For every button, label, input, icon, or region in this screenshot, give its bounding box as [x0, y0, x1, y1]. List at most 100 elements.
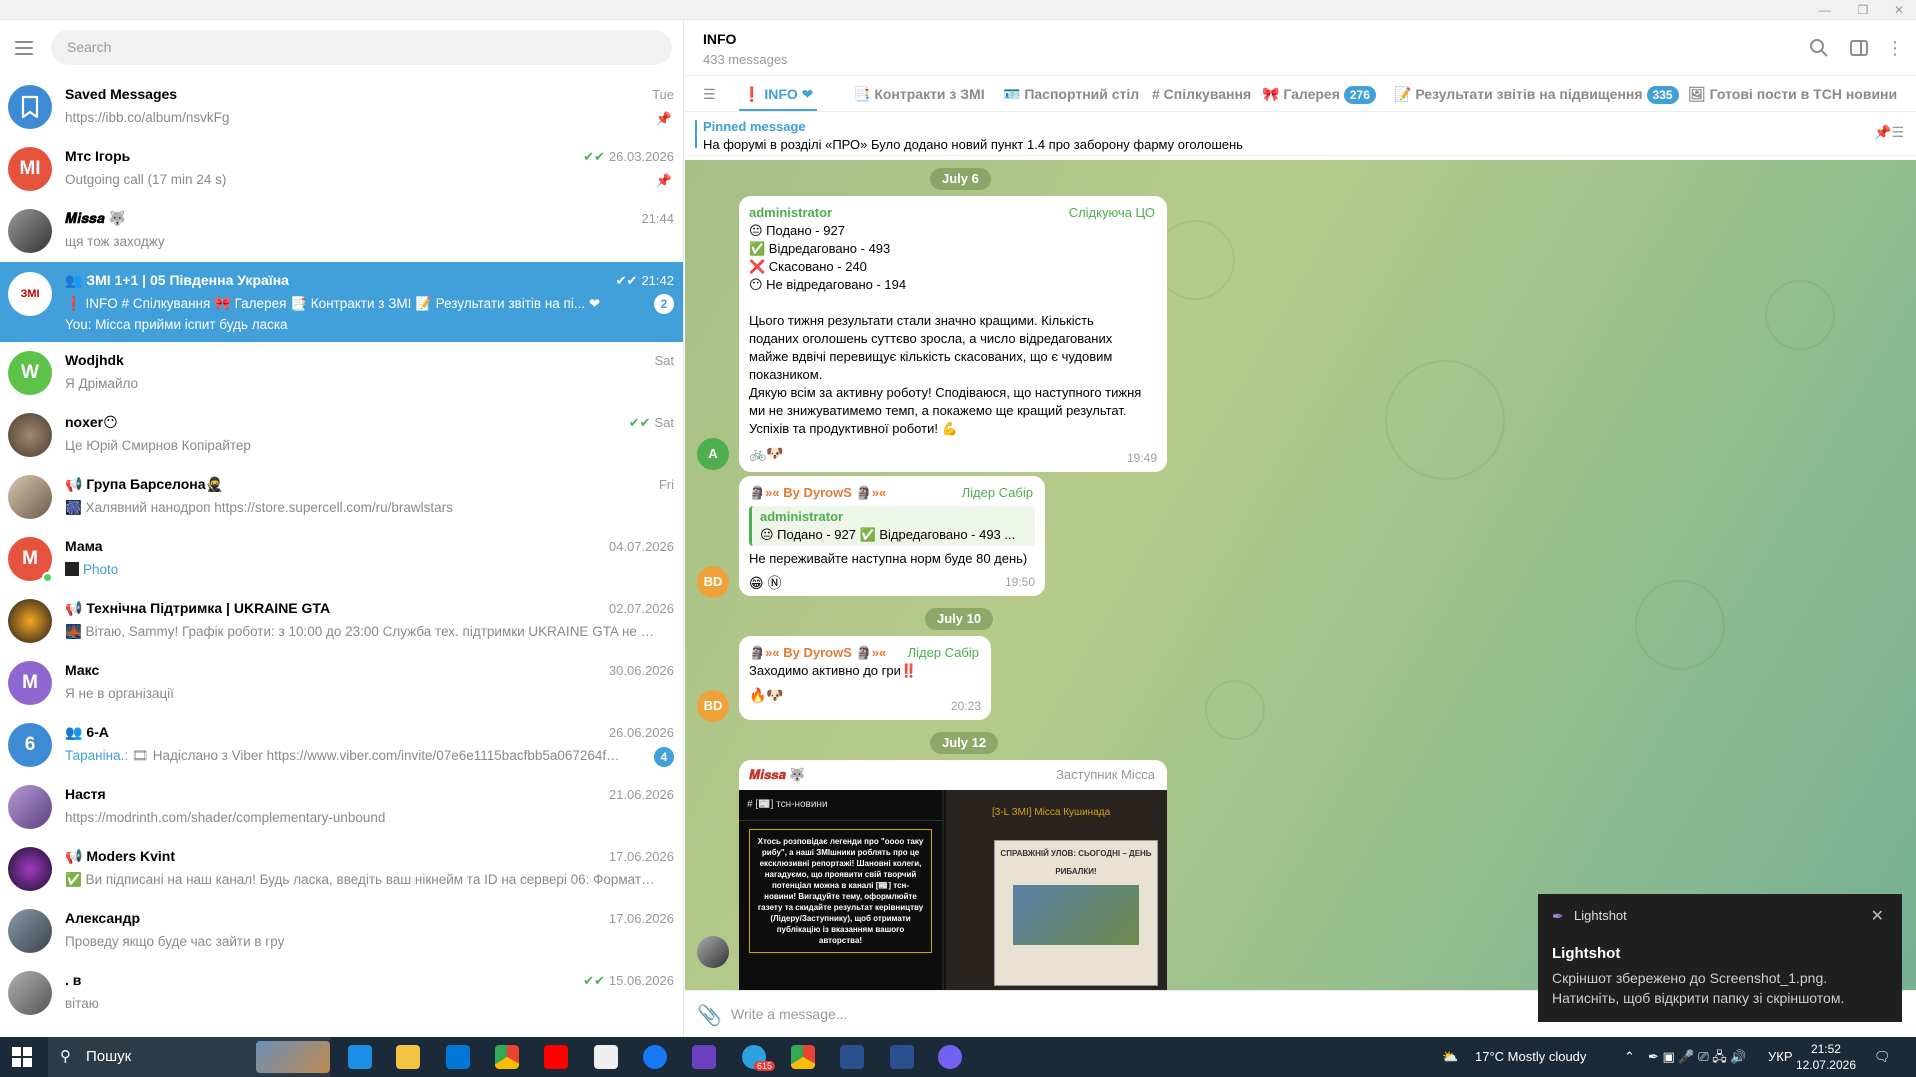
windows-start-icon[interactable]: [12, 1047, 32, 1067]
tab-contracts[interactable]: 📑 Контракти з ЗМІ: [853, 76, 985, 111]
chat-item-barcelona[interactable]: 📢 Група Барселона🥷 Fri 🎆 Халявний нанодр…: [0, 466, 683, 528]
tab-chat[interactable]: # Спілкування: [1152, 76, 1251, 111]
date-separator: July 12: [930, 732, 999, 754]
sender-avatar[interactable]: BD: [697, 566, 729, 598]
weather-icon[interactable]: ⛅: [1442, 1037, 1458, 1077]
tray-chevron-icon[interactable]: ⌃: [1624, 1037, 1635, 1077]
sidebar-toggle-icon[interactable]: [1849, 38, 1869, 58]
youtube-icon[interactable]: [544, 1045, 568, 1069]
newspaper-photo: [1013, 885, 1139, 945]
chat-time: Sat: [654, 353, 674, 368]
attach-paperclip-icon[interactable]: 📎: [697, 1003, 722, 1028]
chat-time: 26.06.2026: [608, 725, 674, 740]
close-icon[interactable]: ✕: [1871, 906, 1884, 926]
edge-icon[interactable]: [348, 1045, 372, 1069]
message-bubble[interactable]: 𝑴𝒊𝒔𝒔𝒂 🐺 Заступник Місса # [📰] тсн-новини…: [739, 760, 1167, 990]
chat-title: INFO: [703, 31, 737, 47]
chat-item-maks[interactable]: M Макс 30.06.2026 Я не в організації: [0, 652, 683, 714]
chat-item-moders-kvint[interactable]: 📢 Moders Kvint 17.06.2026 ✅ Ви підписані…: [0, 838, 683, 900]
chat-item-saved-messages[interactable]: Saved Messages Tue https://ibb.co/album/…: [0, 76, 683, 138]
chat-header: INFO 433 messages ⋮: [685, 20, 1916, 76]
chat-time: Fri: [658, 477, 674, 492]
doodle: [1385, 360, 1505, 480]
chat-name: 👥 6-А: [65, 724, 109, 740]
lightshot-notification[interactable]: ✒ Lightshot ✕ Lightshot Скріншот збереже…: [1538, 894, 1902, 1022]
tab-badge: 276: [1343, 86, 1376, 104]
pinned-message-bar[interactable]: Pinned message На форумі в розділі «ПРО»…: [685, 112, 1916, 156]
search-icon[interactable]: [1809, 38, 1829, 58]
chat-item-noxer[interactable]: noxer😶 ✔✔ Sat Це Юрій Смирнов Копірайтер: [0, 404, 683, 466]
doodle: [1205, 680, 1265, 740]
minimize-button[interactable]: —: [1810, 2, 1840, 18]
message-bubble[interactable]: administrator Слідкуюча ЦО 😐 Подано - 92…: [739, 196, 1167, 472]
reply-author: administrator: [760, 509, 844, 524]
chat-item-missa[interactable]: 𝑴𝒊𝒔𝒔𝒂 🐺 21:44 щя тож заходжу: [0, 200, 683, 262]
chat-time: ✔✔ Sat: [628, 415, 674, 430]
chat-item-mts-igor[interactable]: MI Мтс Ігорь ✔✔ 26.03.2026 Outgoing call …: [0, 138, 683, 200]
skype-icon[interactable]: [446, 1045, 470, 1069]
chat-item-mama[interactable]: M Мама 04.07.2026 Photo: [0, 528, 683, 590]
reactions[interactable]: 😁 Ⓝ: [749, 574, 1035, 592]
message-input[interactable]: Write a message...: [731, 1006, 847, 1022]
chat-item-6a[interactable]: 6 👥 6-А 26.06.2026 Тараніна.: 🎞 Надіслан…: [0, 714, 683, 776]
avatar: [8, 785, 52, 829]
tab-badge: 335: [1646, 86, 1679, 104]
search-input[interactable]: Search: [51, 30, 672, 65]
chat-item-nastya[interactable]: Настя 21.06.2026 https://modrinth.com/sh…: [0, 776, 683, 838]
close-window-button[interactable]: ✕: [1884, 2, 1914, 18]
notepad-icon[interactable]: [594, 1045, 618, 1069]
chat-name: Мама: [65, 538, 103, 554]
chrome-icon[interactable]: [495, 1045, 519, 1069]
chat-name: 📢 Група Барселона🥷: [65, 476, 223, 492]
message-bubble[interactable]: 🗿»« By DyrowS 🗿»« Лідер Сабір administra…: [739, 476, 1045, 596]
pinned-list-icon[interactable]: 📌☰: [1874, 124, 1904, 141]
avatar: [8, 413, 52, 457]
reactions[interactable]: 🔥🐶: [749, 686, 981, 704]
search-icon: ⚲: [60, 1048, 71, 1065]
image-announcement: Хтось розповідає легенди про "оооо таку …: [749, 829, 932, 953]
sender-avatar[interactable]: [697, 936, 729, 968]
message-image[interactable]: # [📰] тсн-новини Хтось розповідає легенд…: [739, 790, 1167, 990]
file-explorer-icon[interactable]: [396, 1045, 420, 1069]
reply-quote[interactable]: administrator 😐 Подано - 927 ✅ Відредаго…: [749, 506, 1035, 546]
chat-item-ukraine-gta[interactable]: 📢 Технічна Підтримка | UKRAINE GTA 02.07…: [0, 590, 683, 652]
doodle: [1765, 280, 1835, 350]
chrome-icon-2[interactable]: [791, 1045, 815, 1069]
clock[interactable]: 21:52 12.07.2026: [1796, 1041, 1856, 1073]
chat-time: 17.06.2026: [608, 849, 674, 864]
message-text: Заходимо активно до гри‼️: [749, 663, 918, 678]
chat-item-wodjhdk[interactable]: W Wodjhdk Sat Я Дрімайло: [0, 342, 683, 404]
tab-info[interactable]: ❗ INFO ❤: [739, 76, 818, 111]
toast-app-name: Lightshot: [1574, 908, 1627, 923]
topics-list-icon[interactable]: ☰: [703, 76, 725, 111]
maximize-button[interactable]: ❐: [1848, 2, 1878, 18]
chat-time: Tue: [652, 87, 674, 102]
chat-item-v[interactable]: . в ✔✔ 15.06.2026 вітаю: [0, 962, 683, 1024]
message-line: Успіхів та продуктивної роботи! 💪: [749, 421, 958, 436]
pinned-accent-bar: [695, 120, 697, 148]
message-time: 20:23: [950, 699, 981, 713]
sender-avatar[interactable]: A: [697, 438, 729, 470]
chat-item-aleksandr[interactable]: Александр 17.06.2026 Проведу якщо буде ч…: [0, 900, 683, 962]
tab-tsn-posts[interactable]: 🖼 Готові пости в ТСН новини: [1688, 76, 1897, 111]
app-icon-2[interactable]: [840, 1045, 864, 1069]
more-options-icon[interactable]: ⋮: [1885, 38, 1905, 58]
sender-avatar[interactable]: BD: [697, 690, 729, 722]
tab-results[interactable]: 📝 Результати звітів на підвищення 335: [1394, 76, 1679, 111]
tray-icons[interactable]: ✒ ▣ 🎤 ⎚ 🖧 🔊: [1648, 1037, 1747, 1077]
chat-item-zmi-active[interactable]: ЗМІ 👥 ЗМІ 1+1 | 05 Південна Україна ✔✔ 21…: [0, 262, 683, 342]
tab-passport[interactable]: 🪪 Паспортний стіл: [1003, 76, 1139, 111]
reactions[interactable]: 🚲🐶: [749, 444, 1157, 462]
weather-text[interactable]: 17°C Mostly cloudy: [1475, 1037, 1586, 1077]
hamburger-menu-icon[interactable]: [15, 41, 33, 55]
app-icon[interactable]: [692, 1045, 716, 1069]
tab-gallery[interactable]: 🎀 Галерея 276: [1262, 76, 1376, 111]
notification-center-icon[interactable]: 🗨: [1874, 1037, 1891, 1077]
app-icon-3[interactable]: [890, 1045, 914, 1069]
facebook-icon[interactable]: [643, 1045, 667, 1069]
message-bubble[interactable]: 🗿»« By DyrowS 🗿»« Лідер Сабір Заходимо а…: [739, 636, 991, 720]
message-line: поданих оголошень суттєво зросла, а числ…: [749, 331, 1113, 346]
viber-icon[interactable]: [938, 1045, 962, 1069]
language-indicator[interactable]: УКР: [1768, 1037, 1793, 1077]
topic-tabs: ☰ ❗ INFO ❤ 📑 Контракти з ЗМІ 🪪 Паспортни…: [685, 76, 1916, 112]
